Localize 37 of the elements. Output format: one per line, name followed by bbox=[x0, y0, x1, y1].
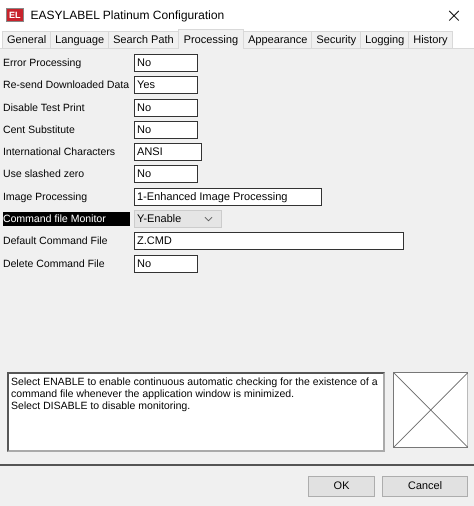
setting-label: Default Command File bbox=[3, 234, 108, 248]
input-field[interactable]: No bbox=[134, 120, 198, 139]
input-field[interactable]: No bbox=[134, 54, 198, 72]
tab[interactable]: Appearance bbox=[243, 31, 312, 48]
description-text: Select ENABLE to enable continuous automatic checking for the existence of a command file whenever the application window is minimized. bbox=[11, 376, 379, 400]
dialog-button[interactable]: OK bbox=[308, 476, 375, 496]
input-field[interactable]: 1-Enhanced Image Processing bbox=[134, 188, 322, 206]
tab[interactable]: General bbox=[2, 31, 52, 48]
input-field[interactable]: Yes bbox=[134, 76, 198, 94]
tab[interactable]: Logging bbox=[360, 31, 410, 48]
setting-label: Use slashed zero bbox=[3, 167, 86, 182]
tab[interactable]: Security bbox=[311, 31, 362, 48]
app-logo-icon: EL bbox=[6, 8, 24, 22]
input-field[interactable]: No bbox=[134, 98, 198, 117]
description-text: Select DISABLE to disable monitoring. bbox=[11, 400, 192, 412]
input-field[interactable]: Z.CMD bbox=[134, 232, 404, 250]
setting-label: Error Processing bbox=[3, 56, 82, 70]
input-field[interactable]: No bbox=[134, 165, 198, 184]
setting-label: Command file Monitor bbox=[3, 212, 130, 226]
setting-label: Image Processing bbox=[3, 190, 88, 204]
setting-label: International Characters bbox=[3, 145, 116, 160]
tab[interactable]: Search Path bbox=[108, 31, 179, 48]
caret-icon bbox=[204, 216, 213, 222]
empty-image-placeholder-icon bbox=[392, 372, 468, 448]
dialog-button[interactable]: Cancel bbox=[382, 476, 468, 496]
setting-label: Delete Command File bbox=[3, 256, 106, 271]
tab[interactable]: Language bbox=[50, 31, 110, 48]
setting-label: Disable Test Print bbox=[3, 100, 86, 115]
close-button[interactable]: × bbox=[434, 0, 474, 30]
window-title: EASYLABEL Platinum Configuration bbox=[30, 8, 226, 22]
tab[interactable]: Processing bbox=[178, 29, 244, 49]
input-field[interactable]: No bbox=[134, 254, 198, 273]
input-field[interactable]: ANSI bbox=[134, 143, 202, 162]
setting-label: Re-send Downloaded Data bbox=[3, 78, 130, 92]
tab[interactable]: History bbox=[408, 31, 453, 48]
dropdown[interactable]: Y-Enable bbox=[134, 210, 222, 228]
setting-label: Cent Substitute bbox=[3, 122, 76, 137]
